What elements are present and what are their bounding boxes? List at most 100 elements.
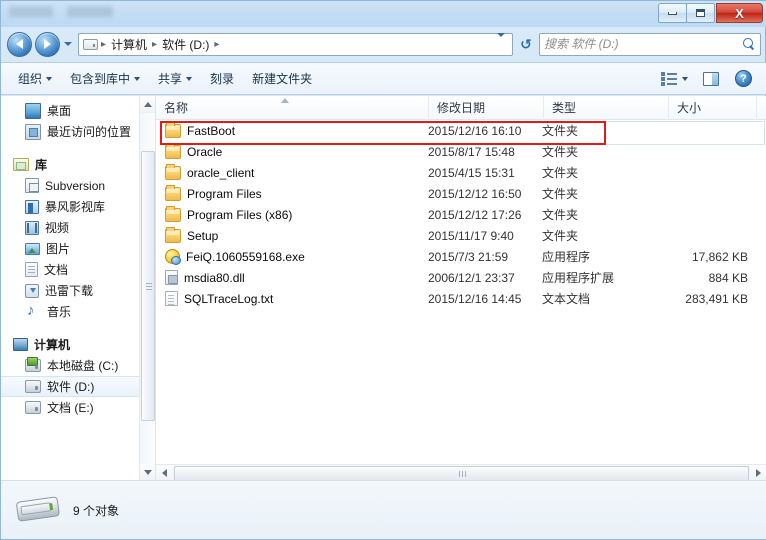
sidebar-item-drive-d[interactable]: 软件 (D:) — [1, 376, 155, 397]
documents-icon — [25, 262, 38, 277]
sidebar-scrollbar[interactable] — [139, 96, 155, 481]
table-row[interactable]: Oracle 2015/8/17 15:48 文件夹 — [156, 141, 766, 162]
recent-pages-button[interactable] — [62, 42, 74, 46]
navigation-bar: ▸ 计算机 ▸ 软件 (D:) ▸ ↺ — [1, 27, 766, 61]
folder-icon — [165, 142, 181, 159]
toolbar-new-folder-button[interactable]: 新建文件夹 — [243, 65, 321, 92]
file-name-label: msdia80.dll — [184, 270, 245, 285]
column-header-name-label: 名称 — [164, 101, 189, 115]
status-bar: 9 个对象 — [1, 480, 766, 539]
breadcrumb-item-drive-d[interactable]: 软件 (D:) — [158, 35, 213, 54]
file-size-cell: 283,491 KB — [685, 291, 748, 306]
sidebar-group-libraries[interactable]: 库 — [1, 154, 155, 175]
file-type-cell: 应用程序 — [542, 250, 591, 264]
maximize-button[interactable] — [686, 3, 715, 23]
sidebar-item-label: 迅雷下载 — [45, 284, 94, 298]
table-row[interactable]: FastBoot 2015/12/16 16:10 文件夹 — [156, 120, 766, 141]
file-name-label: SQLTraceLog.txt — [184, 291, 274, 306]
toolbar-share-button[interactable]: 共享 — [149, 65, 201, 92]
sidebar-group-computer[interactable]: 计算机 — [1, 334, 155, 355]
file-type-cell: 应用程序扩展 — [542, 271, 615, 285]
forward-button[interactable] — [35, 31, 60, 57]
file-date-cell: 2015/12/12 17:26 — [428, 207, 522, 222]
sidebar-item-thunder-download[interactable]: 迅雷下载 — [1, 280, 155, 301]
file-name-label: FeiQ.1060559168.exe — [186, 249, 305, 264]
close-button[interactable]: X — [716, 3, 763, 23]
minimize-button[interactable] — [658, 3, 687, 23]
breadcrumb-item-computer[interactable]: 计算机 — [107, 35, 151, 54]
view-options-button[interactable] — [655, 66, 694, 91]
sidebar-item-drive-e[interactable]: 文档 (E:) — [1, 397, 155, 418]
table-row[interactable]: Program Files 2015/12/12 16:50 文件夹 — [156, 183, 766, 204]
column-header-date[interactable]: 修改日期 — [429, 96, 544, 120]
scroll-down-button[interactable] — [140, 464, 155, 481]
system-drive-icon — [25, 357, 41, 372]
address-bar[interactable]: ▸ 计算机 ▸ 软件 (D:) ▸ — [78, 32, 513, 56]
table-row[interactable]: Setup 2015/11/17 9:40 文件夹 — [156, 225, 766, 246]
chevron-down-icon — [46, 76, 53, 81]
search-box[interactable] — [539, 32, 761, 56]
sidebar-item-music[interactable]: 音乐 — [1, 301, 155, 322]
status-item-count: 9 个对象 — [73, 503, 120, 518]
sidebar-item-pictures[interactable]: 图片 — [1, 238, 155, 259]
toolbar-organize-button[interactable]: 组织 — [9, 65, 61, 92]
sidebar-item-subversion[interactable]: Subversion — [1, 175, 155, 196]
file-type-cell: 文件夹 — [542, 229, 579, 243]
file-type-cell: 文件夹 — [542, 145, 579, 159]
music-icon — [25, 302, 41, 320]
search-input[interactable] — [544, 37, 743, 51]
help-button[interactable]: ? — [728, 65, 759, 92]
sidebar-item-desktop[interactable]: 桌面 — [1, 100, 155, 121]
file-list-horizontal-scrollbar[interactable] — [156, 464, 766, 481]
sidebar-item-label: 本地磁盘 (C:) — [47, 359, 119, 373]
sidebar-item-recent-places[interactable]: 最近访问的位置 — [1, 121, 155, 142]
sidebar-item-label: 桌面 — [47, 104, 72, 118]
file-date-cell: 2015/8/17 15:48 — [428, 144, 515, 159]
file-date-cell: 2006/12/1 23:37 — [428, 270, 515, 285]
file-type-cell: 文件夹 — [542, 166, 579, 180]
column-header-type[interactable]: 类型 — [544, 96, 669, 120]
toolbar-include-in-library-button[interactable]: 包含到库中 — [61, 65, 149, 92]
breadcrumb-separator[interactable]: ▸ — [213, 39, 220, 50]
column-header-size[interactable]: 大小 — [669, 96, 757, 120]
file-date-cell: 2015/7/3 21:59 — [428, 249, 509, 264]
file-name-cell: Oracle — [156, 142, 428, 159]
table-row[interactable]: FeiQ.1060559168.exe 2015/7/3 21:59 应用程序 … — [156, 246, 766, 267]
sidebar-scrollbar-thumb[interactable] — [141, 151, 155, 421]
refresh-icon: ↺ — [520, 35, 532, 52]
preview-pane-button[interactable] — [696, 67, 726, 91]
table-row[interactable]: Program Files (x86) 2015/12/12 17:26 文件夹 — [156, 204, 766, 225]
table-row[interactable]: oracle_client 2015/4/15 15:31 文件夹 — [156, 162, 766, 183]
file-name-cell: Program Files — [156, 184, 428, 201]
chevron-down-icon — [682, 76, 688, 81]
scroll-up-button[interactable] — [140, 96, 155, 113]
sidebar-item-storm-media[interactable]: 暴风影视库 — [1, 196, 155, 217]
toolbar-burn-button[interactable]: 刻录 — [201, 65, 243, 92]
file-name-label: Program Files — [187, 186, 262, 201]
address-dropdown-button[interactable] — [492, 33, 510, 51]
storm-media-icon — [25, 199, 39, 214]
sidebar-item-local-disk-c[interactable]: 本地磁盘 (C:) — [1, 355, 155, 376]
breadcrumb-separator[interactable]: ▸ — [151, 39, 158, 50]
forward-arrow-icon — [44, 39, 51, 49]
chevron-down-icon — [64, 42, 72, 46]
table-row[interactable]: SQLTraceLog.txt 2015/12/16 14:45 文本文档 28… — [156, 288, 766, 309]
scroll-right-button[interactable] — [750, 464, 766, 481]
file-size-cell: 17,862 KB — [691, 249, 748, 264]
column-header-name[interactable]: 名称 — [156, 96, 429, 120]
sidebar-item-videos[interactable]: 视频 — [1, 217, 155, 238]
back-button[interactable] — [7, 31, 32, 57]
horizontal-scrollbar-thumb[interactable] — [174, 465, 749, 481]
recent-places-icon — [25, 123, 41, 140]
chevron-down-icon — [134, 76, 141, 81]
file-name-cell: Program Files (x86) — [156, 205, 428, 222]
refresh-button[interactable]: ↺ — [515, 33, 537, 56]
chevron-right-icon — [756, 469, 761, 477]
file-size-cell: 884 KB — [708, 270, 748, 285]
scroll-left-button[interactable] — [156, 464, 173, 481]
sidebar-item-documents[interactable]: 文档 — [1, 259, 155, 280]
table-row[interactable]: msdia80.dll 2006/12/1 23:37 应用程序扩展 884 K… — [156, 267, 766, 288]
sidebar-item-label: 软件 (D:) — [47, 380, 95, 394]
sidebar-item-label: 音乐 — [47, 305, 72, 319]
command-toolbar: 组织 包含到库中 共享 刻录 新建文件夹 ? — [1, 62, 766, 95]
